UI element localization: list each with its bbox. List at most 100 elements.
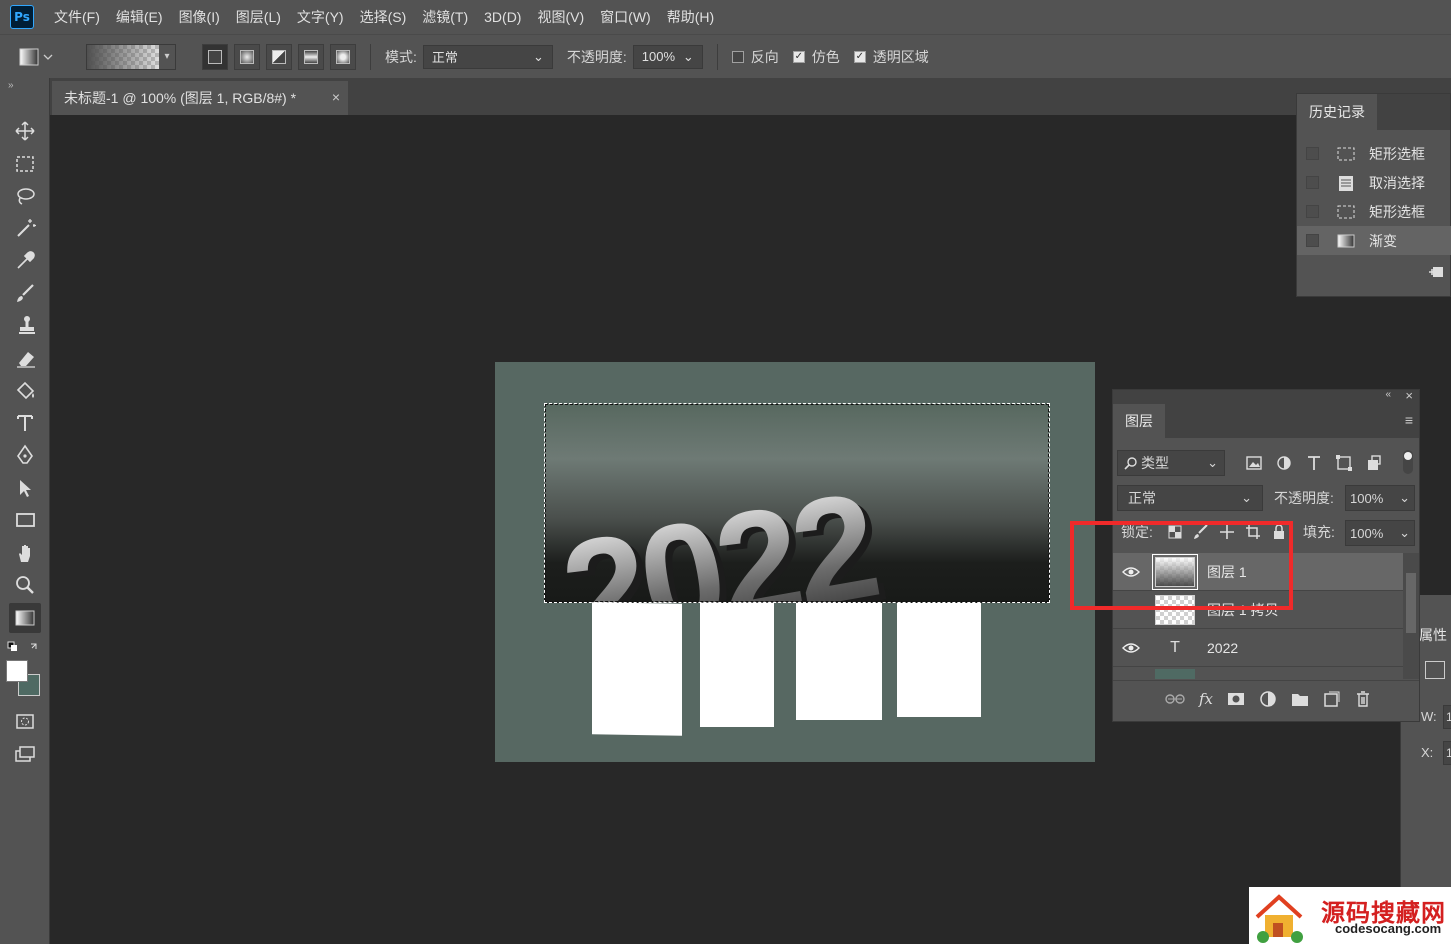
magic-wand-tool[interactable] bbox=[9, 213, 41, 243]
search-icon bbox=[1124, 457, 1137, 470]
shape-layer-filter-icon[interactable] bbox=[1335, 454, 1353, 472]
layers-scrollbar[interactable] bbox=[1403, 553, 1419, 679]
layer-opacity-input[interactable]: 100% ⌄ bbox=[1345, 485, 1415, 511]
fx-icon[interactable]: fx bbox=[1199, 690, 1213, 708]
layer-mask-icon[interactable] bbox=[1227, 692, 1245, 706]
tool-preset-picker[interactable] bbox=[18, 43, 58, 71]
history-snapshot-checkbox[interactable] bbox=[1306, 234, 1319, 247]
gradient-preview[interactable]: ▾ bbox=[86, 43, 176, 70]
layer-row[interactable] bbox=[1113, 667, 1403, 681]
hand-tool[interactable] bbox=[9, 538, 41, 568]
transparency-checkbox[interactable]: ✓ bbox=[853, 50, 866, 63]
menu-image[interactable]: 图像(I) bbox=[171, 7, 228, 27]
document-title: 未标题-1 @ 100% (图层 1, RGB/8#) * bbox=[64, 90, 297, 106]
folder-icon[interactable] bbox=[1291, 691, 1309, 707]
eraser-tool[interactable] bbox=[9, 343, 41, 373]
type-layer-filter-icon[interactable] bbox=[1305, 454, 1323, 472]
new-document-from-state-icon[interactable] bbox=[1428, 265, 1444, 282]
dither-checkbox[interactable]: ✓ bbox=[792, 50, 805, 63]
brush-tool[interactable] bbox=[9, 278, 41, 308]
type-tool[interactable] bbox=[9, 408, 41, 438]
menu-window[interactable]: 窗口(W) bbox=[592, 7, 659, 27]
pixel-layer-filter-icon[interactable] bbox=[1245, 454, 1263, 472]
diamond-gradient-button[interactable] bbox=[330, 43, 356, 70]
visibility-toggle[interactable] bbox=[1113, 642, 1149, 654]
quick-mask-button[interactable] bbox=[9, 706, 41, 736]
color-swatches[interactable] bbox=[6, 660, 42, 696]
menu-help[interactable]: 帮助(H) bbox=[659, 7, 722, 27]
panel-menu-icon[interactable]: ≡ bbox=[1405, 412, 1413, 428]
text-layer-icon: T bbox=[1170, 638, 1180, 656]
text-pillar bbox=[897, 603, 981, 717]
screen-mode-button[interactable] bbox=[9, 739, 41, 769]
close-icon[interactable]: × bbox=[332, 89, 340, 105]
gradient-tool[interactable] bbox=[9, 603, 41, 633]
path-selection-tool[interactable] bbox=[9, 473, 41, 503]
history-item[interactable]: 矩形选框 bbox=[1297, 197, 1451, 226]
chevron-down-icon[interactable]: ▾ bbox=[159, 44, 175, 69]
marquee-icon bbox=[1337, 205, 1355, 218]
clone-stamp-tool[interactable] bbox=[9, 310, 41, 340]
history-snapshot-checkbox[interactable] bbox=[1306, 147, 1319, 160]
fill-input[interactable]: 100% ⌄ bbox=[1345, 520, 1415, 546]
gradient-icon bbox=[15, 610, 35, 626]
history-snapshot-checkbox[interactable] bbox=[1306, 205, 1319, 218]
move-tool[interactable] bbox=[9, 116, 41, 146]
tab-layers[interactable]: 图层 bbox=[1113, 404, 1165, 438]
adjustment-layer-icon[interactable] bbox=[1259, 690, 1277, 708]
document-tab[interactable]: 未标题-1 @ 100% (图层 1, RGB/8#) * × bbox=[52, 81, 348, 115]
adjustment-layer-filter-icon[interactable] bbox=[1275, 454, 1293, 472]
default-swap-colors-icon bbox=[7, 641, 37, 651]
smart-object-filter-icon[interactable] bbox=[1365, 454, 1383, 472]
width-input[interactable]: 1 bbox=[1443, 705, 1451, 729]
menu-select[interactable]: 选择(S) bbox=[352, 7, 415, 27]
layer-filter-select[interactable]: 类型 ⌄ bbox=[1117, 450, 1225, 476]
opacity-input[interactable]: 100% ⌄ bbox=[632, 44, 703, 69]
tab-properties[interactable]: 属性 bbox=[1419, 625, 1447, 645]
radial-gradient-button[interactable] bbox=[234, 43, 260, 70]
document-canvas[interactable]: 2022 2022 bbox=[495, 362, 1095, 762]
filter-kind-value: 类型 bbox=[1141, 455, 1169, 471]
marquee-tool[interactable] bbox=[9, 149, 41, 179]
collapse-icon[interactable]: « bbox=[1385, 389, 1391, 400]
menu-edit[interactable]: 编辑(E) bbox=[108, 7, 171, 27]
tools-panel: » bbox=[0, 78, 50, 944]
swap-colors-controls[interactable] bbox=[7, 641, 41, 655]
x-input[interactable]: 1 bbox=[1443, 741, 1451, 765]
angle-gradient-button[interactable] bbox=[266, 43, 292, 70]
scroll-thumb[interactable] bbox=[1406, 573, 1416, 633]
history-item-selected[interactable]: 渐变 bbox=[1297, 226, 1451, 255]
menu-type[interactable]: 文字(Y) bbox=[289, 7, 352, 27]
blend-mode-select[interactable]: 正常 ⌄ bbox=[1117, 485, 1263, 511]
reverse-checkbox[interactable] bbox=[731, 50, 744, 63]
paint-bucket-tool[interactable] bbox=[9, 376, 41, 406]
layer-row[interactable]: T 2022 bbox=[1113, 629, 1403, 667]
menu-view[interactable]: 视图(V) bbox=[529, 7, 592, 27]
history-snapshot-checkbox[interactable] bbox=[1306, 176, 1319, 189]
lasso-tool[interactable] bbox=[9, 181, 41, 211]
new-layer-icon[interactable] bbox=[1323, 691, 1341, 707]
history-item[interactable]: 矩形选框 bbox=[1297, 139, 1451, 168]
reverse-label: 反向 bbox=[750, 48, 779, 65]
chevron-down-icon: ⌄ bbox=[532, 48, 544, 64]
reflected-gradient-button[interactable] bbox=[298, 43, 324, 70]
collapse-panel-icon[interactable]: » bbox=[8, 80, 14, 91]
history-item[interactable]: 取消选择 bbox=[1297, 168, 1451, 197]
rectangle-tool[interactable] bbox=[9, 505, 41, 535]
zoom-tool[interactable] bbox=[9, 570, 41, 600]
menu-layer[interactable]: 图层(L) bbox=[228, 7, 289, 27]
eyedropper-tool[interactable] bbox=[9, 245, 41, 275]
close-icon[interactable]: × bbox=[1405, 388, 1413, 403]
linear-gradient-button[interactable] bbox=[202, 43, 228, 70]
mode-select[interactable]: 正常 ⌄ bbox=[422, 44, 553, 69]
menu-filter[interactable]: 滤镜(T) bbox=[414, 7, 476, 27]
eyedropper-icon bbox=[17, 251, 35, 269]
trash-icon[interactable] bbox=[1355, 690, 1371, 708]
pen-tool[interactable] bbox=[9, 440, 41, 470]
link-layers-icon[interactable] bbox=[1165, 692, 1185, 706]
filter-toggle[interactable] bbox=[1403, 450, 1413, 474]
menu-3d[interactable]: 3D(D) bbox=[476, 9, 529, 25]
foreground-color-swatch[interactable] bbox=[6, 660, 28, 682]
menu-file[interactable]: 文件(F) bbox=[46, 7, 108, 27]
tab-history[interactable]: 历史记录 bbox=[1297, 94, 1377, 130]
